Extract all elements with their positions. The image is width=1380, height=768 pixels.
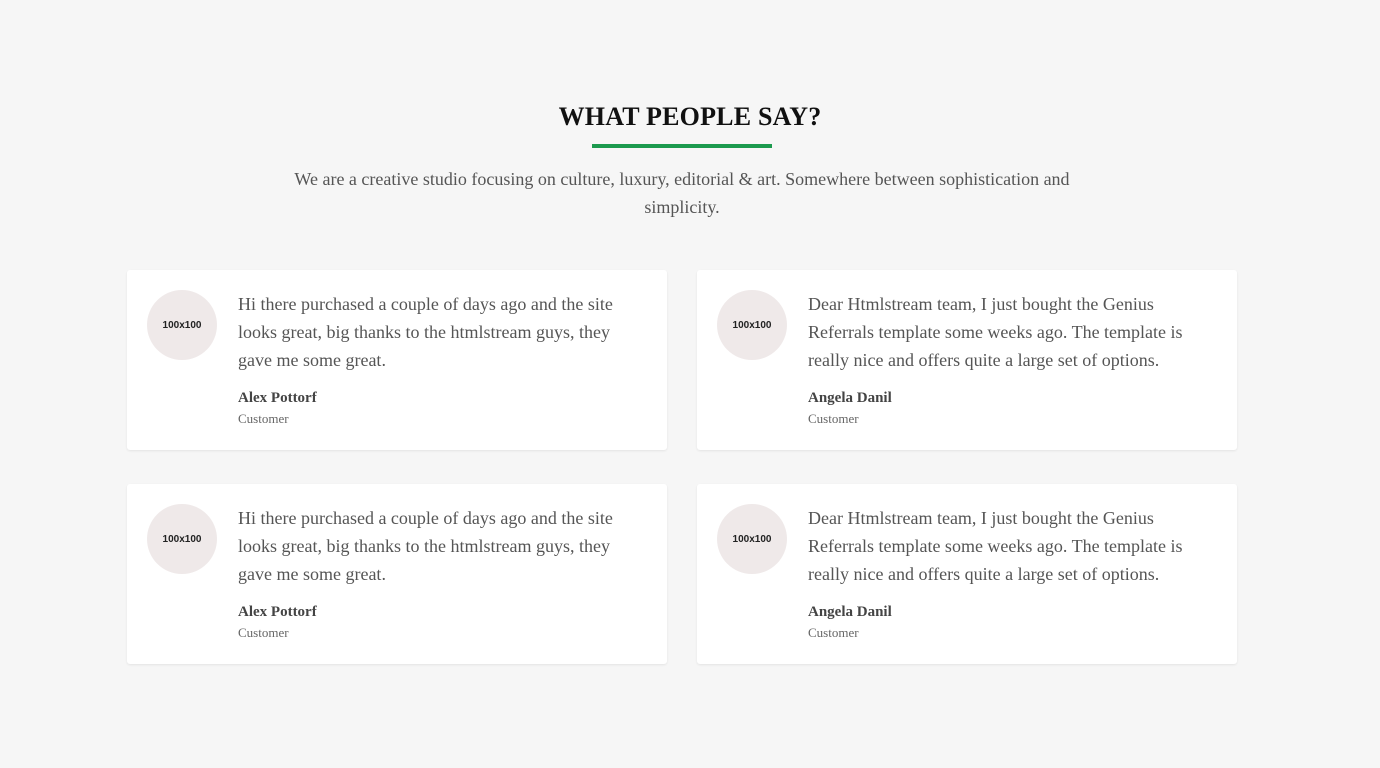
- testimonial-author-role: Customer: [238, 625, 289, 640]
- testimonial-author-role: Customer: [808, 625, 859, 640]
- title-underline: [592, 144, 772, 148]
- testimonial-card: 100x100 Dear Htmlstream team, I just bou…: [697, 270, 1237, 450]
- testimonial-author-name: Alex Pottorf: [238, 390, 317, 406]
- testimonial-quote: Dear Htmlstream team, I just bought the …: [808, 294, 1183, 370]
- avatar: 100x100: [147, 504, 217, 574]
- avatar: 100x100: [717, 290, 787, 360]
- avatar: 100x100: [717, 504, 787, 574]
- testimonial-author-name: Angela Danil: [808, 604, 892, 620]
- section-title: WHAT PEOPLE SAY?: [558, 102, 822, 131]
- testimonial-card: 100x100 Dear Htmlstream team, I just bou…: [697, 484, 1237, 664]
- testimonial-author-name: Angela Danil: [808, 390, 892, 406]
- testimonial-quote: Hi there purchased a couple of days ago …: [238, 508, 613, 584]
- testimonial-quote: Hi there purchased a couple of days ago …: [238, 294, 613, 370]
- testimonial-author-name: Alex Pottorf: [238, 604, 317, 620]
- testimonials-section: WHAT PEOPLE SAY? We are a creative studi…: [0, 0, 1380, 768]
- testimonial-author-role: Customer: [808, 411, 859, 426]
- testimonial-author-role: Customer: [238, 411, 289, 426]
- section-subtitle: We are a creative studio focusing on cul…: [294, 169, 1070, 217]
- testimonial-card: 100x100 Hi there purchased a couple of d…: [127, 270, 667, 450]
- avatar: 100x100: [147, 290, 217, 360]
- testimonial-card: 100x100 Hi there purchased a couple of d…: [127, 484, 667, 664]
- testimonial-quote: Dear Htmlstream team, I just bought the …: [808, 508, 1183, 584]
